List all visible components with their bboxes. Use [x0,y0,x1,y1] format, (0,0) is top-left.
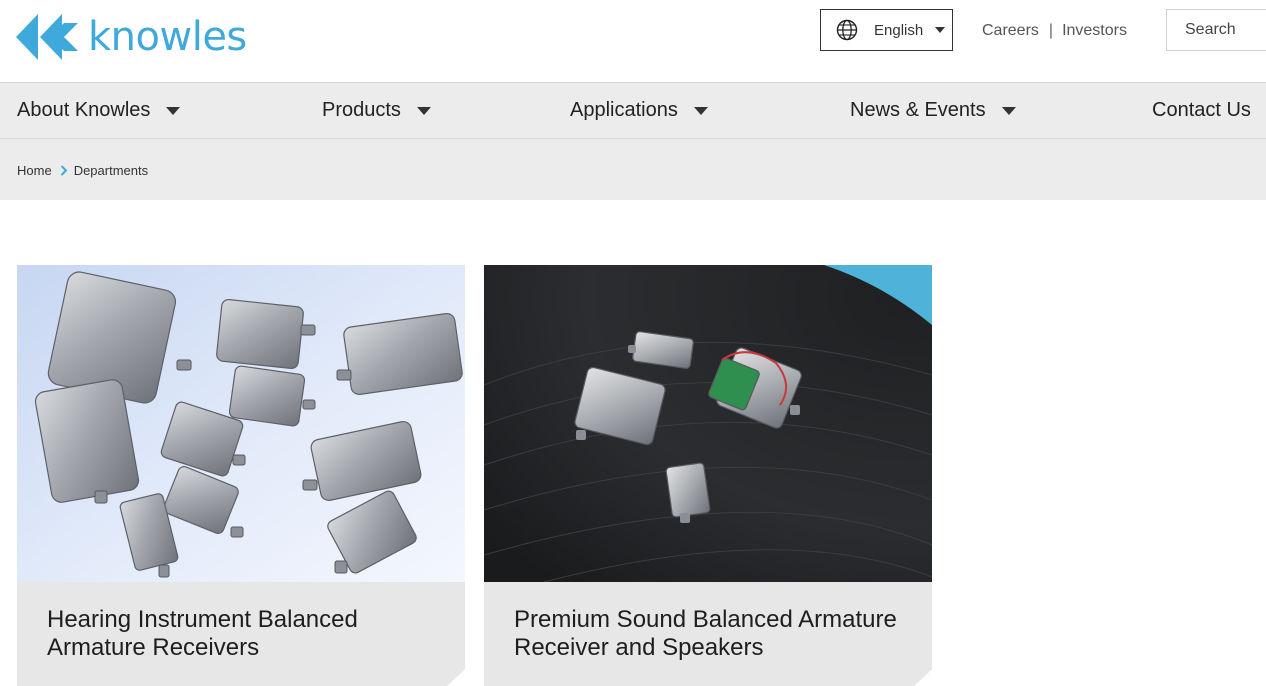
search-field[interactable]: Search [1166,9,1266,51]
card-title[interactable]: Hearing Instrument Balanced Armature Rec… [47,606,447,662]
nav-item-label: About Knowles [17,99,151,121]
language-label: English [874,21,924,39]
careers-link[interactable]: Careers [982,22,1039,40]
nav-item-label: Contact Us [1152,99,1251,121]
nav-item-label: Products [322,99,401,121]
dropdown-caret-icon [166,106,181,115]
category-card-premium-sound[interactable]: Premium Sound Balanced Armature Receiver… [484,265,932,686]
investors-link[interactable]: Investors [1062,22,1127,40]
caret-down-icon [935,27,946,33]
breadcrumb-home-link[interactable]: Home [17,163,52,178]
link-divider: | [1048,22,1054,39]
globe-icon [836,19,858,41]
dropdown-caret-icon [693,106,708,115]
category-card-hearing-instrument[interactable]: Hearing Instrument Balanced Armature Rec… [17,265,465,686]
nav-item-products[interactable]: Products [322,83,431,138]
nav-item-contact-us[interactable]: Contact Us [1152,83,1251,138]
premium-sound-receivers-image [484,265,932,582]
top-links: Careers | Investors [982,22,1127,40]
dropdown-caret-icon [1001,106,1016,115]
language-selector[interactable]: English [820,9,953,51]
chevron-right-icon [60,165,68,176]
knowles-logo-mark-icon [16,14,78,60]
main-nav: About Knowles Products Applications News… [0,83,1266,139]
hearing-instrument-receivers-image [17,265,465,582]
nav-item-news-events[interactable]: News & Events [850,83,1016,138]
nav-item-applications[interactable]: Applications [570,83,708,138]
breadcrumb: Home Departments [17,163,148,178]
site-header: knowles English Careers | Investors Sear… [0,0,1266,83]
knowles-logo[interactable]: knowles [16,10,247,64]
dropdown-caret-icon [416,106,431,115]
breadcrumb-bar: Home Departments [0,139,1266,200]
breadcrumb-current: Departments [73,163,149,178]
card-title[interactable]: Premium Sound Balanced Armature Receiver… [514,606,914,662]
nav-item-label: News & Events [850,99,986,121]
nav-item-label: Applications [570,99,678,121]
card-caption: Hearing Instrument Balanced Armature Rec… [17,582,465,686]
nav-item-about-knowles[interactable]: About Knowles [17,83,181,138]
logo-wordmark: knowles [88,14,247,60]
card-caption: Premium Sound Balanced Armature Receiver… [484,582,932,686]
